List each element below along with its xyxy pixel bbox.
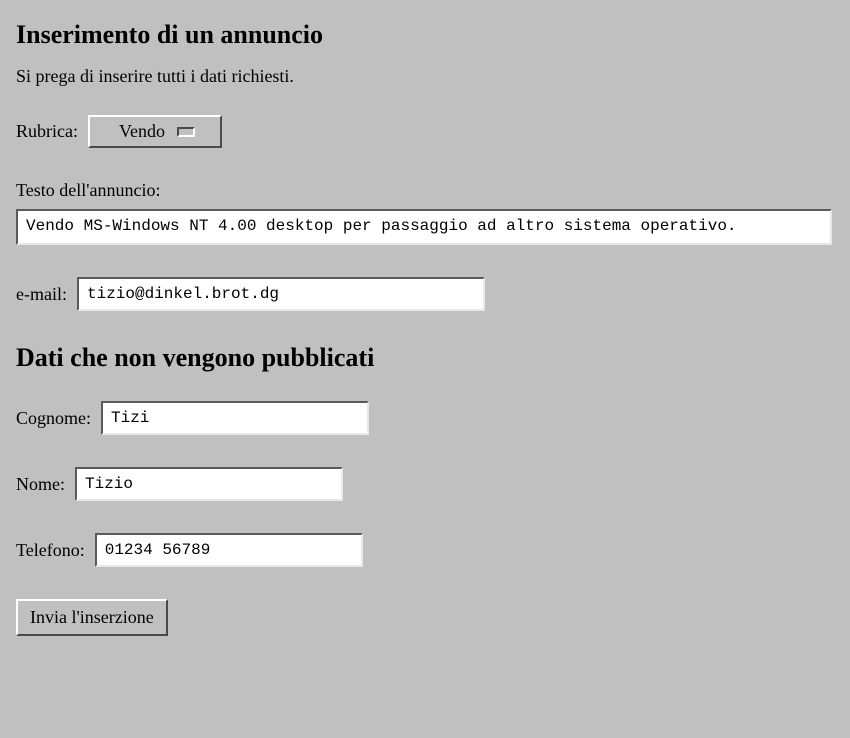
rubrica-row: Rubrica: Vendo — [16, 115, 834, 148]
telefono-field[interactable] — [95, 533, 363, 567]
nome-label: Nome: — [16, 474, 65, 495]
rubrica-select[interactable]: Vendo — [88, 115, 222, 148]
dropdown-icon — [177, 127, 195, 137]
telefono-label: Telefono: — [16, 540, 85, 561]
cognome-field[interactable] — [101, 401, 369, 435]
telefono-row: Telefono: — [16, 533, 834, 567]
rubrica-label: Rubrica: — [16, 121, 78, 142]
cognome-row: Cognome: — [16, 401, 834, 435]
nome-field[interactable] — [75, 467, 343, 501]
cognome-label: Cognome: — [16, 408, 91, 429]
submit-button[interactable]: Invia l'inserzione — [16, 599, 168, 636]
email-field[interactable] — [77, 277, 485, 311]
section-heading-private: Dati che non vengono pubblicati — [16, 343, 834, 373]
testo-textarea[interactable] — [16, 209, 832, 245]
rubrica-selected-value: Vendo — [119, 121, 165, 142]
nome-row: Nome: — [16, 467, 834, 501]
page-title: Inserimento di un annuncio — [16, 20, 834, 50]
testo-block: Testo dell'annuncio: — [16, 180, 834, 245]
intro-text: Si prega di inserire tutti i dati richie… — [16, 66, 834, 87]
email-label: e-mail: — [16, 284, 67, 305]
email-row: e-mail: — [16, 277, 834, 311]
testo-label: Testo dell'annuncio: — [16, 180, 834, 201]
